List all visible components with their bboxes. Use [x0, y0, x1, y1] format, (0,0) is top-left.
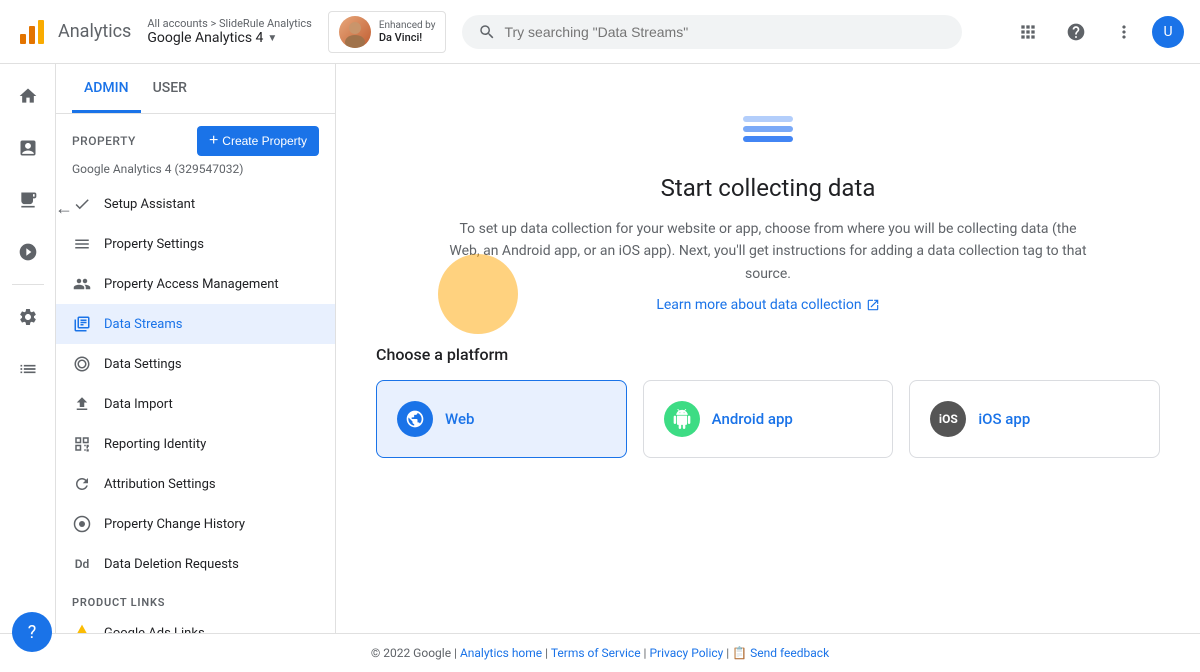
menu-item-data-import[interactable]: Data Import	[56, 384, 335, 424]
property-settings-icon	[72, 234, 92, 254]
help-icon[interactable]	[1056, 12, 1096, 52]
all-accounts-label: All accounts > SlideRule Analytics	[147, 17, 311, 30]
property-header: Property + Create Property	[56, 114, 335, 160]
data-streams-illustration	[738, 104, 798, 158]
back-arrow-icon[interactable]: ←	[56, 192, 80, 224]
data-streams-icon	[72, 314, 92, 334]
account-selector[interactable]: All accounts > SlideRule Analytics Googl…	[147, 17, 311, 46]
admin-content: ADMIN USER Property + Create Property Go…	[56, 64, 1200, 633]
page-title: Start collecting data	[661, 174, 876, 202]
search-icon	[478, 23, 496, 41]
nav-explore-icon[interactable]	[4, 176, 52, 224]
platform-cards: Web Android app iOS iOS app	[376, 380, 1160, 458]
account-name[interactable]: Google Analytics 4 ▼	[147, 30, 311, 46]
nav-advertising-icon[interactable]	[4, 228, 52, 276]
search-bar[interactable]	[462, 15, 962, 49]
menu-item-reporting-identity[interactable]: Reporting Identity	[56, 424, 335, 464]
enhanced-badge: Enhanced by Da Vinci!	[328, 11, 447, 53]
header-actions: U	[1008, 12, 1184, 52]
menu-item-data-settings[interactable]: Data Settings	[56, 344, 335, 384]
menu-item-property-settings[interactable]: Property Settings	[56, 224, 335, 264]
menu-item-google-ads[interactable]: Google Ads Links	[56, 613, 335, 633]
menu-item-data-streams[interactable]: Data Streams	[56, 304, 335, 344]
main-content: Start collecting data To set up data col…	[336, 64, 1200, 633]
platform-card-web[interactable]: Web	[376, 380, 627, 458]
enhanced-by-text: Enhanced by Da Vinci!	[379, 20, 436, 44]
enhanced-avatar	[339, 16, 371, 48]
footer: © 2022 Google | Analytics home | Terms o…	[0, 633, 1200, 672]
menu-item-property-change-history[interactable]: Property Change History	[56, 504, 335, 544]
data-deletion-icon: Dd	[72, 554, 92, 574]
content-description: To set up data collection for your websi…	[448, 218, 1088, 285]
menu-item-attribution-settings[interactable]: Attribution Settings	[56, 464, 335, 504]
tab-bar: ADMIN USER	[56, 64, 335, 114]
property-name: Google Analytics 4 (329547032)	[56, 160, 335, 184]
choose-platform-label: Choose a platform	[376, 345, 1160, 364]
product-links-header: PRODUCT LINKS	[56, 584, 335, 613]
main-layout: ADMIN USER Property + Create Property Go…	[0, 64, 1200, 633]
ga-logo-icon	[16, 16, 48, 48]
logo: Analytics	[16, 16, 131, 48]
app-name: Analytics	[58, 21, 131, 42]
content-center: Start collecting data To set up data col…	[376, 104, 1160, 458]
property-change-history-icon	[72, 514, 92, 534]
create-property-button[interactable]: + Create Property	[197, 126, 319, 156]
feedback-link[interactable]: Send feedback	[750, 646, 829, 660]
header: Analytics All accounts > SlideRule Analy…	[0, 0, 1200, 64]
property-label: Property	[72, 134, 136, 148]
learn-more-link[interactable]: Learn more about data collection	[656, 297, 879, 313]
bottom-help-button[interactable]: ?	[12, 612, 52, 652]
nav-home-icon[interactable]	[4, 72, 52, 120]
attribution-settings-icon	[72, 474, 92, 494]
platform-card-android[interactable]: Android app	[643, 380, 894, 458]
dropdown-arrow-icon: ▼	[267, 33, 277, 44]
admin-panel: ADMIN USER Property + Create Property Go…	[56, 64, 336, 633]
data-settings-icon	[72, 354, 92, 374]
menu-item-property-access[interactable]: Property Access Management	[56, 264, 335, 304]
ios-platform-icon: iOS	[930, 401, 966, 437]
external-link-icon	[866, 298, 880, 312]
terms-link[interactable]: Terms of Service	[551, 646, 641, 660]
nav-divider	[12, 284, 44, 285]
tab-admin[interactable]: ADMIN	[72, 64, 141, 113]
menu-item-data-deletion[interactable]: Dd Data Deletion Requests	[56, 544, 335, 584]
nav-configure-icon[interactable]	[4, 293, 52, 341]
data-import-icon	[72, 394, 92, 414]
property-access-icon	[72, 274, 92, 294]
search-input[interactable]	[504, 24, 946, 40]
android-platform-icon	[664, 401, 700, 437]
apps-icon[interactable]	[1008, 12, 1048, 52]
left-nav	[0, 64, 56, 633]
platform-card-ios[interactable]: iOS iOS app	[909, 380, 1160, 458]
reporting-identity-icon	[72, 434, 92, 454]
user-avatar[interactable]: U	[1152, 16, 1184, 48]
google-ads-icon	[72, 623, 92, 633]
analytics-home-link[interactable]: Analytics home	[460, 646, 542, 660]
nav-list-icon[interactable]	[4, 345, 52, 393]
web-platform-icon	[397, 401, 433, 437]
help-circle-icon[interactable]: ?	[12, 612, 52, 652]
tab-user[interactable]: USER	[141, 64, 199, 113]
privacy-link[interactable]: Privacy Policy	[649, 646, 723, 660]
more-options-icon[interactable]	[1104, 12, 1144, 52]
nav-reports-icon[interactable]	[4, 124, 52, 172]
menu-item-setup-assistant[interactable]: Setup Assistant	[56, 184, 335, 224]
